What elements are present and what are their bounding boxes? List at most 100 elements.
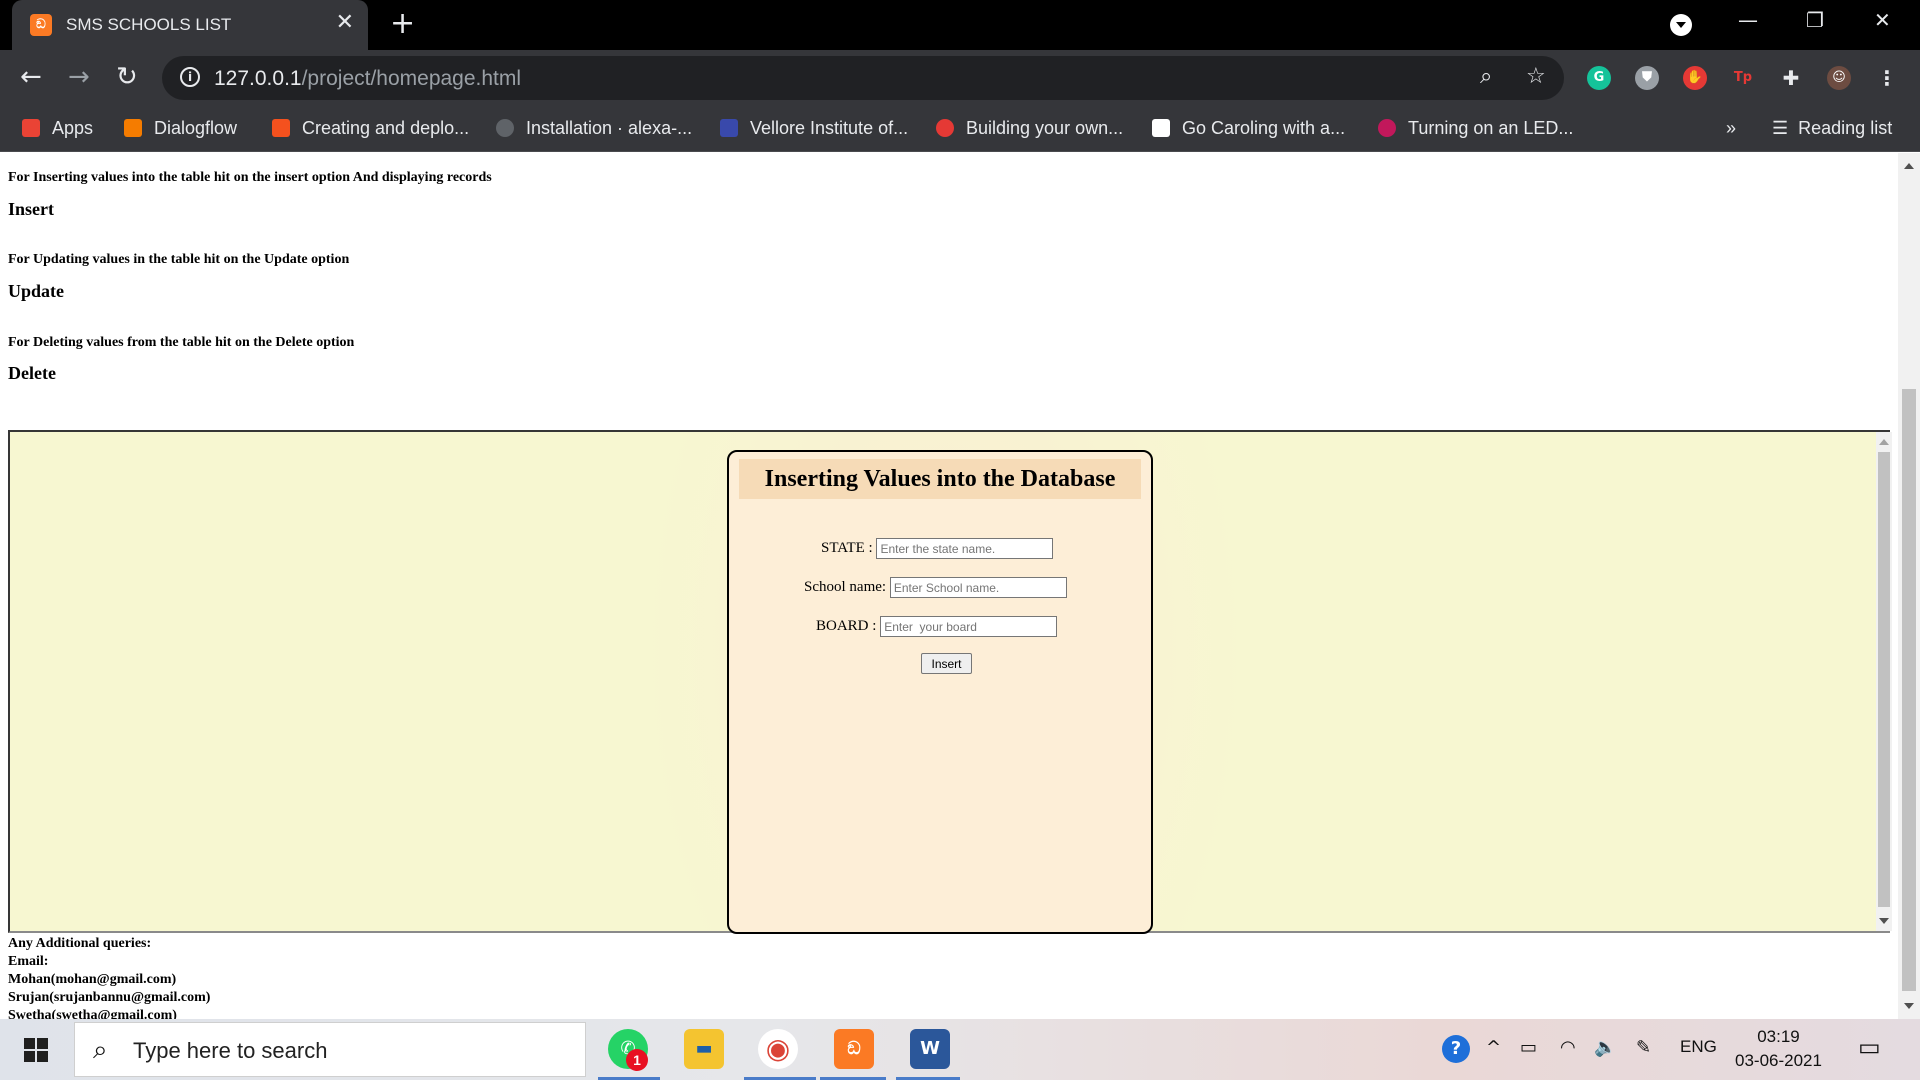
iframe-scrollbar[interactable] (1876, 432, 1892, 931)
tab-title: SMS SCHOOLS LIST (66, 15, 232, 34)
reading-list-icon: ☰ (1772, 118, 1789, 138)
tab-sms-schools-list[interactable]: ඞ SMS SCHOOLS LIST ✕ (12, 0, 368, 50)
content-iframe: Inserting Values into the Database STATE… (8, 430, 1892, 934)
raspberry-icon (1378, 119, 1396, 137)
browser-toolbar: ← → ↻ i 127.0.0.1/project/homepage.html … (0, 50, 1920, 106)
apps-grid-icon (22, 119, 40, 137)
email-heading: Email: (8, 954, 49, 969)
state-label: STATE : (821, 539, 873, 556)
page-scrollbar[interactable] (1898, 153, 1920, 1019)
notifications-icon[interactable]: ▭ (1858, 1033, 1881, 1061)
restore-icon[interactable]: ❐ (1806, 8, 1824, 32)
bookmark-building-your-own[interactable]: Building your own... (936, 118, 1123, 139)
windows-start-icon[interactable] (24, 1038, 48, 1062)
update-link[interactable]: Update (8, 281, 64, 302)
page-viewport: For Inserting values into the table hit … (0, 153, 1898, 1019)
more-bookmarks-icon[interactable]: » (1726, 118, 1736, 139)
pen-icon[interactable]: ✎ (1636, 1037, 1651, 1058)
taskbar-search-box[interactable]: ⌕ Type here to search (74, 1022, 586, 1077)
minimize-icon[interactable]: — (1738, 8, 1758, 32)
contact-swetha: Swetha(swetha@gmail.com) (8, 1008, 177, 1019)
extensions-puzzle-icon[interactable]: ✚ (1779, 66, 1803, 90)
menu-kebab-icon[interactable]: ⋮ (1875, 66, 1899, 90)
volume-icon[interactable]: 🔈 (1594, 1037, 1616, 1058)
scroll-up-arrow-icon[interactable] (1879, 439, 1889, 445)
xampp-favicon-icon: ඞ (30, 14, 52, 36)
bookmark-vellore-institute[interactable]: Vellore Institute of... (720, 118, 908, 139)
tp-extension-icon[interactable]: Tp (1731, 66, 1755, 90)
bookmark-installation-alexa[interactable]: Installation · alexa-... (496, 118, 692, 139)
windows-taskbar: ⌕ Type here to search ✆ 1 ▬ ◉ ඞ W ? ^ ▭ … (0, 1019, 1920, 1080)
tab-strip: ඞ SMS SCHOOLS LIST ✕ + — ❐ ✕ (0, 0, 1920, 50)
reload-icon[interactable]: ↻ (116, 62, 138, 92)
insert-link[interactable]: Insert (8, 199, 54, 220)
adblock-icon[interactable]: ✋ (1683, 66, 1707, 90)
contact-mohan: Mohan(mohan@gmail.com) (8, 972, 177, 987)
iframe-scroll-thumb[interactable] (1878, 452, 1890, 907)
state-input[interactable] (876, 538, 1054, 559)
grammarly-icon[interactable]: G (1587, 66, 1611, 90)
page-scroll-up-icon[interactable] (1904, 163, 1914, 169)
clock-date: 03-06-2021 (1735, 1051, 1822, 1070)
vit-icon (720, 119, 738, 137)
shield-icon[interactable]: ⛊ (1635, 66, 1659, 90)
page-scroll-thumb[interactable] (1902, 389, 1916, 991)
zoom-icon[interactable]: ⌕ (1480, 64, 1492, 89)
chrome-icon[interactable]: ◉ (758, 1029, 798, 1069)
github-icon (496, 119, 514, 137)
board-input[interactable] (880, 616, 1058, 637)
bookmarks-bar: Apps Dialogflow Creating and deplo... In… (0, 106, 1920, 152)
insert-form-card: Inserting Values into the Database (727, 450, 1153, 934)
tab-close-icon[interactable]: ✕ (336, 10, 354, 35)
board-label: BOARD : (816, 617, 877, 634)
bookmark-creating-and-deplo[interactable]: Creating and deplo... (272, 118, 469, 139)
clock-time: 03:19 (1757, 1027, 1800, 1046)
bookmark-turning-on-an-led[interactable]: Turning on an LED... (1378, 118, 1573, 139)
insert-hint: For Inserting values into the table hit … (8, 170, 492, 185)
whatsapp-badge: 1 (626, 1049, 648, 1071)
back-icon[interactable]: ← (20, 62, 42, 92)
tab-search-icon[interactable] (1670, 14, 1692, 36)
dialogflow-icon (124, 119, 142, 137)
update-hint: For Updating values in the table hit on … (8, 252, 350, 267)
delete-hint: For Deleting values from the table hit o… (8, 335, 355, 350)
scroll-down-arrow-icon[interactable] (1879, 918, 1889, 924)
medium-icon (1152, 119, 1170, 137)
school-label: School name: (804, 578, 887, 595)
chevron-icon (272, 119, 290, 137)
xampp-icon[interactable]: ඞ (834, 1029, 874, 1069)
search-icon: ⌕ (93, 1035, 108, 1065)
language-indicator[interactable]: ENG (1680, 1037, 1717, 1057)
insert-submit-button[interactable]: Insert (921, 653, 972, 674)
close-window-icon[interactable]: ✕ (1874, 8, 1891, 32)
school-row: School name: (804, 577, 1067, 598)
bookmark-go-caroling[interactable]: Go Caroling with a... (1152, 118, 1345, 139)
bookmark-dialogflow[interactable]: Dialogflow (124, 118, 237, 139)
bookmark-star-icon[interactable]: ☆ (1526, 64, 1546, 89)
reading-list-button[interactable]: ☰ Reading list (1772, 118, 1892, 139)
form-title: Inserting Values into the Database (739, 459, 1141, 499)
show-hidden-icons-icon[interactable]: ^ (1486, 1037, 1501, 1058)
queries-heading: Any Additional queries: (8, 936, 152, 951)
wifi-icon[interactable]: ◠ (1560, 1037, 1576, 1058)
new-tab-icon[interactable]: + (390, 6, 415, 41)
upgrad-icon (936, 119, 954, 137)
word-icon[interactable]: W (910, 1029, 950, 1069)
taskbar-clock[interactable]: 03:19 03-06-2021 (1735, 1025, 1822, 1073)
search-placeholder: Type here to search (133, 1038, 328, 1063)
bookmark-apps[interactable]: Apps (22, 118, 93, 139)
address-bar[interactable]: i 127.0.0.1/project/homepage.html ⌕ ☆ (162, 56, 1564, 100)
site-info-icon[interactable]: i (180, 67, 200, 87)
state-row: STATE : (821, 538, 1054, 559)
contact-srujan: Srujan(srujanbannu@gmail.com) (8, 990, 211, 1005)
url-text[interactable]: 127.0.0.1/project/homepage.html (214, 67, 521, 91)
board-row: BOARD : (816, 616, 1058, 637)
delete-link[interactable]: Delete (8, 363, 56, 384)
profile-avatar[interactable]: ☺ (1827, 66, 1851, 90)
help-icon[interactable]: ? (1442, 1035, 1470, 1063)
forward-icon[interactable]: → (68, 62, 90, 92)
page-scroll-down-icon[interactable] (1904, 1003, 1914, 1009)
school-name-input[interactable] (889, 577, 1067, 598)
battery-icon[interactable]: ▭ (1520, 1037, 1537, 1058)
file-explorer-icon[interactable]: ▬ (684, 1029, 724, 1069)
